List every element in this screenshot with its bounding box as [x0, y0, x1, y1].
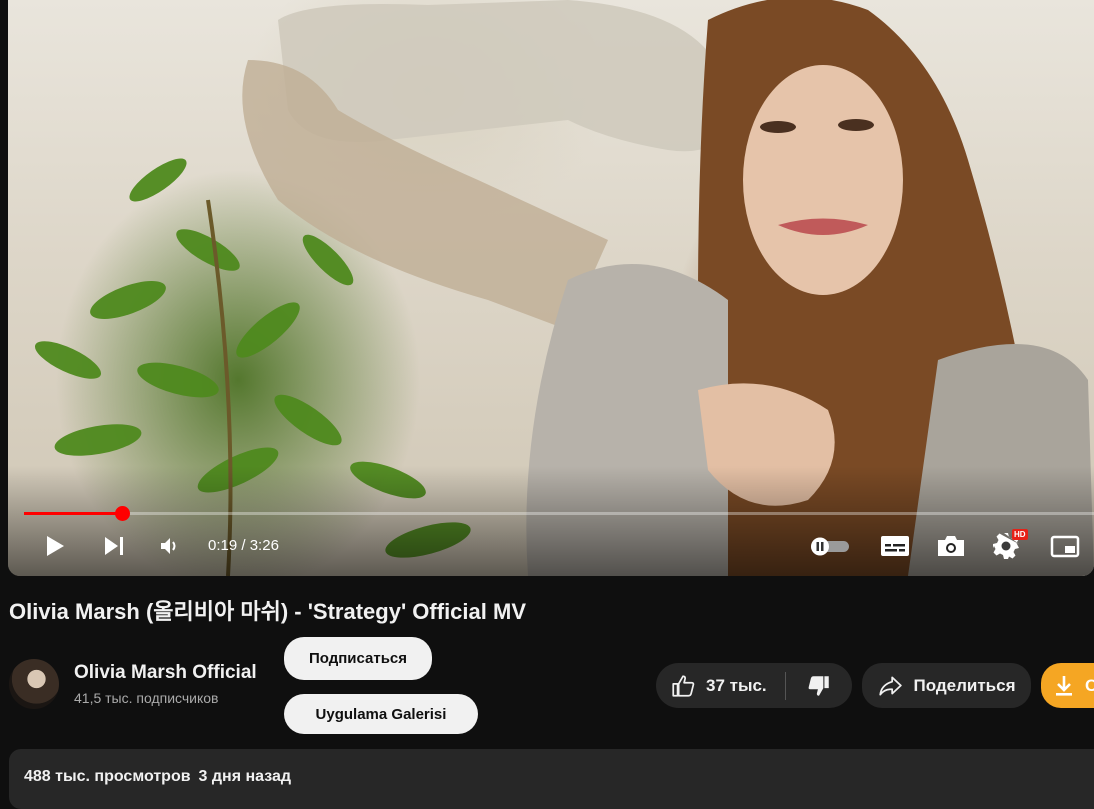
play-button[interactable] [38, 530, 70, 562]
progress-played [24, 512, 123, 515]
next-button[interactable] [98, 530, 130, 562]
description-box[interactable]: 488 тыс. просмотров 3 дня назад [9, 749, 1094, 809]
duration: 3:26 [249, 537, 279, 554]
play-icon [47, 536, 64, 556]
time-display: 0:19 / 3:26 [208, 537, 279, 554]
miniplayer-button[interactable] [1048, 530, 1082, 562]
channel-name[interactable]: Olivia Marsh Official [74, 662, 257, 684]
subscriber-count: 41,5 тыс. подписчиков [74, 690, 219, 706]
subscribe-button[interactable]: Подписаться [284, 637, 432, 680]
subtitles-button[interactable] [878, 530, 912, 562]
screenshot-button[interactable] [934, 530, 968, 562]
time-separator: / [241, 537, 246, 554]
share-button[interactable]: Поделиться [862, 663, 1031, 708]
download-button[interactable]: С [1041, 663, 1094, 708]
share-label: Поделиться [913, 675, 1016, 695]
download-icon [1056, 675, 1072, 696]
channel-avatar[interactable] [9, 659, 59, 709]
current-time: 0:19 [208, 537, 238, 554]
mute-button[interactable] [154, 530, 186, 562]
like-count: 37 тыс. [706, 675, 767, 695]
subtitles-icon [881, 536, 909, 556]
autoplay-toggle-icon [811, 537, 849, 556]
volume-icon [161, 538, 176, 554]
thumbs-down-icon [808, 675, 829, 696]
video-player[interactable]: 0:19 / 3:26 HD [8, 0, 1094, 576]
video-title: Olivia Marsh (올리비아 마쉬) - 'Strategy' Offi… [9, 599, 526, 624]
hd-badge: HD [1012, 529, 1028, 540]
gallery-button[interactable]: Uygulama Galerisi [284, 694, 478, 734]
share-icon [879, 675, 903, 696]
thumbs-up-icon [672, 674, 695, 697]
autoplay-toggle[interactable] [808, 530, 852, 562]
upload-date: 3 дня назад [198, 768, 292, 785]
screenshot-icon [938, 536, 964, 556]
dislike-button[interactable] [786, 663, 852, 708]
download-label: С [1085, 675, 1094, 695]
progress-bar[interactable] [24, 506, 1094, 521]
video-meta: 488 тыс. просмотров 3 дня назад [24, 768, 291, 786]
like-button[interactable]: 37 тыс. [656, 663, 785, 708]
like-dislike-group: 37 тыс. [656, 663, 852, 708]
next-icon [105, 537, 123, 555]
view-count: 488 тыс. просмотров [24, 768, 191, 785]
miniplayer-icon [1050, 535, 1080, 558]
